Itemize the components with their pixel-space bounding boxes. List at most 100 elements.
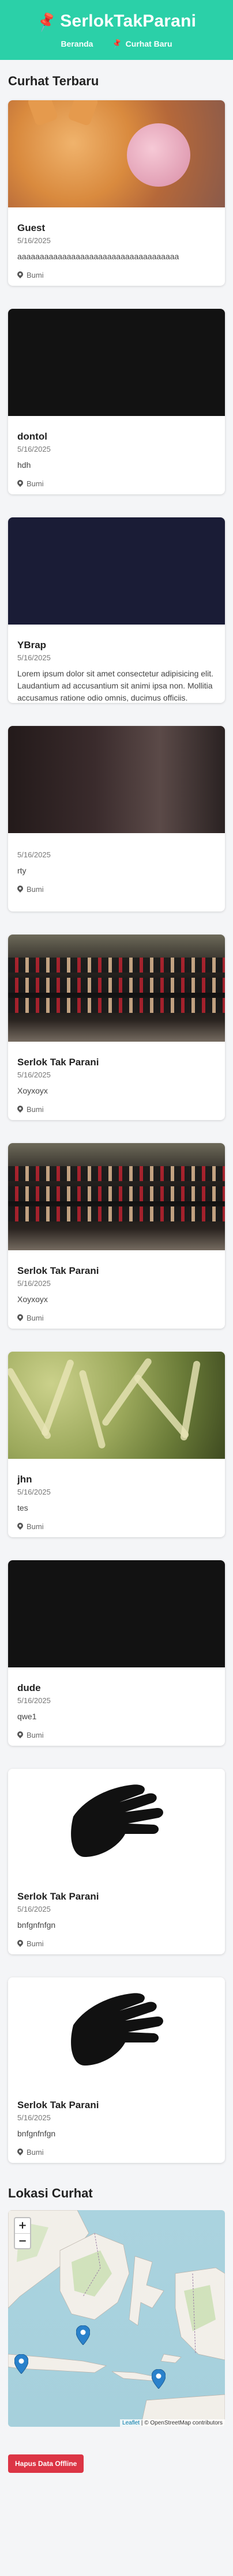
story-location-label: Bumi [27,1105,44,1114]
map-title: Lokasi Curhat [8,2186,93,2200]
story-location: Bumi [17,1731,216,1739]
story-body: YBrap 5/16/2025 Lorem ipsum dolor sit amet… [8,625,225,703]
story-location: Bumi [17,1314,216,1322]
button-wrap: Hapus Data Offline [0,2427,233,2496]
story-location: Bumi [17,885,216,894]
story-description: hdh [17,460,31,470]
map-pin-icon [17,1314,23,1322]
story-location-label: Bumi [27,885,44,894]
story-location-label: Bumi [27,2148,44,2157]
story-location-label: Bumi [27,271,44,279]
story-name: Serlok Tak Parani [17,1265,99,1276]
pushpin-icon: 📌 [34,10,58,33]
story-photo [8,1352,225,1459]
story-photo [8,726,225,833]
story-location-label: Bumi [27,1939,44,1948]
story-location: Bumi [17,1939,216,1948]
story-name: dontol [17,431,47,442]
story-body: jhn 5/16/2025 tes Bumi [8,1459,225,1531]
story-list: Guest 5/16/2025 aaaaaaaaaaaaaaaaaaaaaaaaaa… [0,100,233,2163]
story-body: dontol 5/16/2025 hdh Bumi [8,416,225,488]
zoom-out-button[interactable]: − [15,2233,30,2248]
story-location-label: Bumi [27,1314,44,1322]
story-card[interactable]: YBrap 5/16/2025 Lorem ipsum dolor sit amet… [8,517,225,703]
story-photo [8,1977,225,2085]
story-photo [8,309,225,416]
map-tiles [8,2210,225,2427]
story-description: qwe1 [17,1712,37,1721]
story-card[interactable]: Serlok Tak Parani 5/16/2025 Xoyxoyx Bumi [8,935,225,1120]
story-body: dude 5/16/2025 qwe1 Bumi [8,1667,225,1739]
story-card[interactable]: dontol 5/16/2025 hdh Bumi [8,309,225,494]
story-description: rty [17,866,27,875]
section-title: Curhat Terbaru [8,74,99,88]
map-attribution: Leaflet | © OpenStreetMap contributors [120,2419,225,2427]
leaflet-link[interactable]: Leaflet [122,2420,140,2426]
story-location: Bumi [17,1105,216,1114]
main-nav: Beranda 📌 Curhat Baru [0,37,233,50]
story-description: bnfgnfnfgn [17,2129,56,2138]
story-photo [8,1143,225,1250]
story-location-label: Bumi [27,1522,44,1531]
story-date: 5/16/2025 [17,1488,51,1496]
story-card[interactable]: Guest 5/16/2025 aaaaaaaaaaaaaaaaaaaaaaaaaa… [8,100,225,286]
zoom-control: + − [14,2217,31,2249]
story-location: Bumi [17,271,216,279]
story-card[interactable]: 5/16/2025 rty Bumi [8,726,225,911]
story-photo [8,1560,225,1667]
story-location: Bumi [17,2148,216,2157]
map-pin-icon [17,1731,23,1739]
map-pin-icon [17,2148,23,2156]
brand[interactable]: 📌 SerlokTakParani [0,0,233,33]
story-location: Bumi [17,1522,216,1531]
story-card[interactable]: jhn 5/16/2025 tes Bumi [8,1352,225,1537]
story-date: 5/16/2025 [17,653,51,662]
story-photo [8,100,225,207]
zoom-in-button[interactable]: + [15,2218,30,2233]
story-name: Guest [17,222,46,233]
app-title: SerlokTakParani [60,12,197,31]
map-pin-icon [17,886,23,893]
map-pin-icon [17,271,23,279]
story-date: 5/16/2025 [17,1071,51,1079]
nav-link-beranda[interactable]: Beranda [61,39,93,48]
story-date: 5/16/2025 [17,1279,51,1288]
story-card[interactable]: Serlok Tak Parani 5/16/2025 bnfgnfnfgn Bumi [8,1769,225,1954]
map-marker-icon[interactable] [76,2325,90,2345]
story-photo [8,935,225,1042]
map-pin-icon [17,480,23,487]
story-description: Xoyxoyx [17,1086,48,1095]
story-card[interactable]: Serlok Tak Parani 5/16/2025 bnfgnfnfgn Bumi [8,1977,225,2163]
story-date: 5/16/2025 [17,1905,51,1913]
story-map[interactable]: + − Leaflet | © OpenStreetMap contributo… [8,2210,225,2427]
nav-link-curhat-baru[interactable]: 📌 Curhat Baru [111,37,172,50]
story-date: 5/16/2025 [17,236,51,245]
story-date: 5/16/2025 [17,850,51,859]
map-marker-icon[interactable] [152,2369,166,2389]
story-date: 5/16/2025 [17,445,51,453]
story-date: 5/16/2025 [17,1696,51,1705]
app-header: 📌 SerlokTakParani Beranda 📌 Curhat Baru [0,0,233,60]
story-body: Guest 5/16/2025 aaaaaaaaaaaaaaaaaaaaaaaaaa… [8,207,225,279]
story-date: 5/16/2025 [17,2113,51,2122]
story-body: Serlok Tak Parani 5/16/2025 bnfgnfnfgn Bumi [8,1876,225,1948]
clear-offline-data-button[interactable]: Hapus Data Offline [8,2454,84,2473]
story-card[interactable]: dude 5/16/2025 qwe1 Bumi [8,1560,225,1746]
story-body: 5/16/2025 rty Bumi [8,833,225,894]
story-name: dude [17,1682,41,1693]
story-name: Serlok Tak Parani [17,1891,99,1902]
story-name: Serlok Tak Parani [17,1057,99,1068]
nav-link-label: Curhat Baru [125,39,172,48]
story-name: jhn [17,1474,32,1485]
map-pin-icon [17,1523,23,1530]
story-photo [8,517,225,625]
story-description: Xoyxoyx [17,1295,48,1304]
map-pin-icon [17,1940,23,1947]
story-description: aaaaaaaaaaaaaaaaaaaaaaaaaaaaaaaaaaaa [17,252,179,261]
story-location-label: Bumi [27,1731,44,1739]
map-marker-icon[interactable] [14,2354,28,2374]
story-location: Bumi [17,479,216,488]
story-photo [8,1769,225,1876]
story-card[interactable]: Serlok Tak Parani 5/16/2025 Xoyxoyx Bumi [8,1143,225,1329]
pushpin-icon: 📌 [111,37,123,50]
